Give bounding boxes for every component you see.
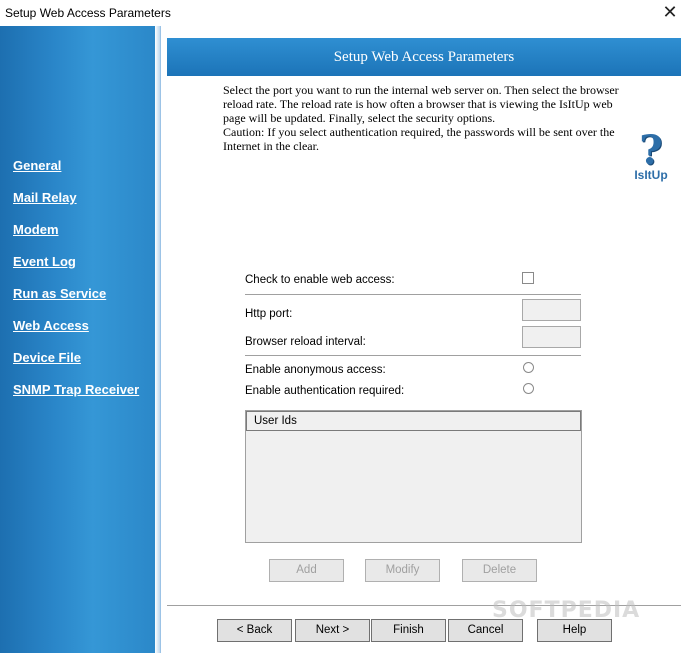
isitup-logo: ? IsItUp <box>626 130 676 190</box>
add-button[interactable]: Add <box>269 559 344 582</box>
sidebar-divider-inner <box>160 26 163 653</box>
window-title: Setup Web Access Parameters <box>5 6 171 20</box>
form-separator <box>245 355 581 356</box>
sidebar-nav: General Mail Relay Modem Event Log Run a… <box>13 158 139 414</box>
modify-button[interactable]: Modify <box>365 559 440 582</box>
user-ids-list[interactable]: User Ids <box>245 410 582 543</box>
finish-button[interactable]: Finish <box>371 619 446 642</box>
delete-button[interactable]: Delete <box>462 559 537 582</box>
form-separator <box>245 294 581 295</box>
http-port-input[interactable] <box>522 299 581 321</box>
help-button[interactable]: Help <box>537 619 612 642</box>
authentication-radio[interactable] <box>523 383 534 394</box>
user-ids-column-header[interactable]: User Ids <box>246 411 581 431</box>
sidebar-item-run-as-service[interactable]: Run as Service <box>13 286 139 318</box>
sidebar-item-general[interactable]: General <box>13 158 139 190</box>
sidebar-item-device-file[interactable]: Device File <box>13 350 139 382</box>
close-icon[interactable]: ✕ <box>661 3 679 21</box>
enable-web-access-label: Check to enable web access: <box>245 274 395 286</box>
anonymous-access-radio[interactable] <box>523 362 534 373</box>
http-port-label: Http port: <box>245 308 293 320</box>
next-button[interactable]: Next > <box>295 619 370 642</box>
sidebar-item-event-log[interactable]: Event Log <box>13 254 139 286</box>
enable-web-access-checkbox[interactable] <box>522 272 534 284</box>
description: Select the port you want to run the inte… <box>223 83 628 153</box>
sidebar-item-mail-relay[interactable]: Mail Relay <box>13 190 139 222</box>
title-bar: Setup Web Access Parameters ✕ <box>0 0 687 26</box>
question-mark-icon: ? <box>639 127 663 174</box>
sidebar-item-snmp-trap-receiver[interactable]: SNMP Trap Receiver <box>13 382 139 414</box>
description-text: Select the port you want to run the inte… <box>223 83 619 125</box>
cancel-button[interactable]: Cancel <box>448 619 523 642</box>
reload-interval-label: Browser reload interval: <box>245 336 366 348</box>
reload-interval-input[interactable] <box>522 326 581 348</box>
page-title: Setup Web Access Parameters <box>167 38 681 76</box>
sidebar-item-web-access[interactable]: Web Access <box>13 318 139 350</box>
caution-text: Caution: If you select authentication re… <box>223 125 615 153</box>
anonymous-access-label: Enable anonymous access: <box>245 364 386 376</box>
back-button[interactable]: < Back <box>217 619 292 642</box>
sidebar-item-modem[interactable]: Modem <box>13 222 139 254</box>
authentication-label: Enable authentication required: <box>245 385 405 397</box>
logo-label: IsItUp <box>634 168 668 182</box>
